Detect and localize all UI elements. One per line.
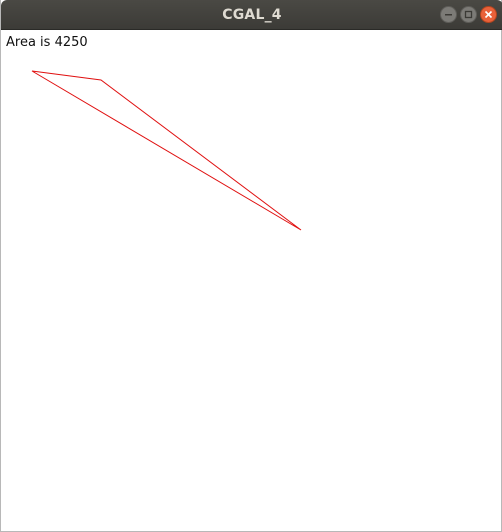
window-title: CGAL_4 [222, 7, 282, 23]
polygon-drawing [31, 70, 302, 231]
maximize-icon [464, 10, 473, 19]
drawing-canvas[interactable]: Area is 4250 [1, 30, 501, 531]
minimize-icon [445, 14, 452, 16]
close-button[interactable] [480, 6, 497, 23]
window-controls [440, 6, 497, 24]
app-window: CGAL_4 Area is 4250 [0, 0, 502, 532]
title-bar[interactable]: CGAL_4 [1, 0, 502, 30]
triangle-polygon [31, 70, 302, 231]
minimize-button[interactable] [440, 6, 457, 23]
maximize-button[interactable] [460, 6, 477, 23]
close-icon [484, 10, 493, 19]
